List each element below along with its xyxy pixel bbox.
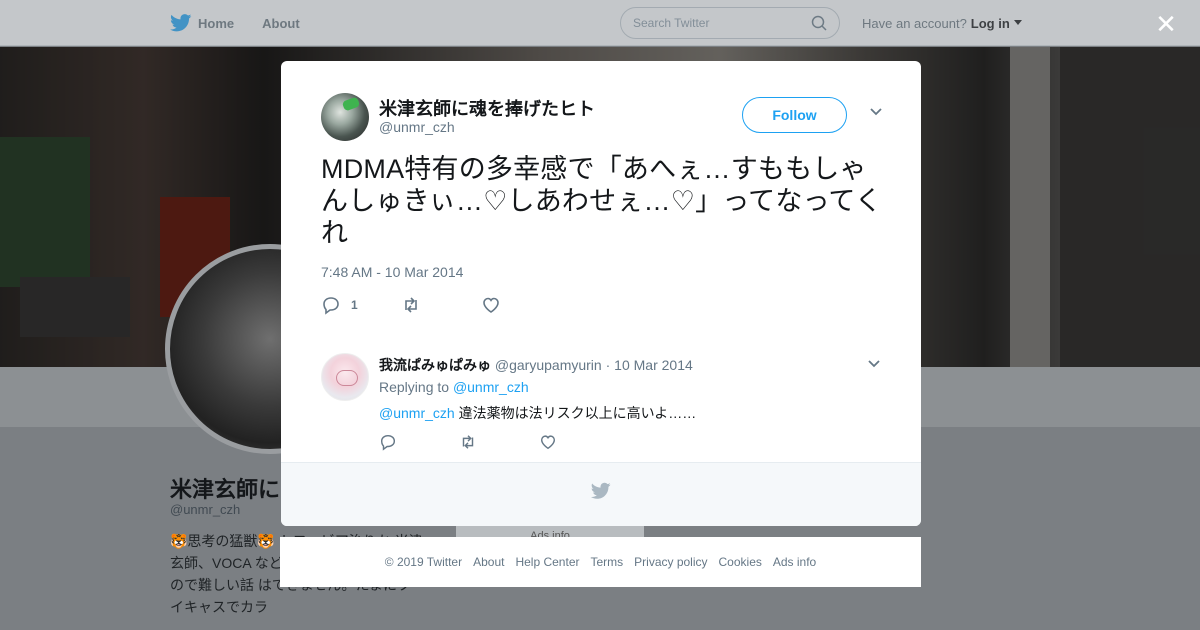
reply-button[interactable]: 1 bbox=[321, 295, 401, 315]
footer-privacy-link[interactable]: Privacy policy bbox=[634, 555, 707, 569]
tweet-timestamp[interactable]: 7:48 AM - 10 Mar 2014 bbox=[321, 264, 463, 280]
reply-header: 我流ぱみゅぱみゅ @garyupamyurin · 10 Mar 2014 bbox=[379, 355, 693, 375]
modal-footer bbox=[281, 462, 921, 526]
footer-copyright: © 2019 Twitter bbox=[384, 555, 463, 569]
reply-actions bbox=[379, 433, 619, 451]
chevron-down-icon[interactable] bbox=[867, 357, 881, 371]
tweet-actions: 1 bbox=[321, 294, 561, 316]
footer-cookies-link[interactable]: Cookies bbox=[719, 555, 762, 569]
footer-ads-link[interactable]: Ads info bbox=[773, 555, 816, 569]
author-handle[interactable]: @unmr_czh bbox=[379, 119, 455, 135]
close-icon[interactable]: ✕ bbox=[1152, 10, 1180, 38]
reply-mention-link[interactable]: @unmr_czh bbox=[379, 405, 455, 421]
chevron-down-icon[interactable] bbox=[869, 105, 883, 119]
like-button[interactable] bbox=[481, 295, 561, 315]
reply-author-handle[interactable]: @garyupamyurin bbox=[495, 357, 602, 373]
reply-like-button[interactable] bbox=[539, 433, 619, 451]
retweet-icon bbox=[462, 435, 474, 449]
follow-button[interactable]: Follow bbox=[742, 97, 847, 133]
replying-to-line: Replying to @unmr_czh bbox=[379, 379, 529, 395]
twitter-bird-icon bbox=[591, 482, 611, 499]
reply-icon bbox=[323, 297, 339, 315]
footer-terms-link[interactable]: Terms bbox=[590, 555, 623, 569]
footer-about-link[interactable]: About bbox=[473, 555, 504, 569]
heart-icon bbox=[540, 435, 556, 450]
retweet-icon bbox=[405, 297, 417, 313]
reply-author-avatar[interactable] bbox=[321, 353, 369, 401]
reply-author-name[interactable]: 我流ぱみゅぱみゅ bbox=[379, 357, 491, 373]
tweet-text: MDMA特有の多幸感で「あへぇ…すももしゃんしゅきぃ…♡しあわせぇ…♡」ってなっ… bbox=[321, 154, 883, 248]
footer-help-link[interactable]: Help Center bbox=[515, 555, 579, 569]
author-avatar[interactable] bbox=[321, 93, 369, 141]
heart-icon bbox=[483, 297, 499, 313]
tweet-modal: 米津玄師に魂を捧げたヒト @unmr_czh Follow MDMA特有の多幸感… bbox=[281, 61, 921, 526]
replying-prefix: Replying to bbox=[379, 379, 450, 395]
site-footer: © 2019 Twitter About Help Center Terms P… bbox=[280, 537, 921, 587]
reply-separator: · bbox=[605, 357, 611, 373]
reply-tweet[interactable]: 我流ぱみゅぱみゅ @garyupamyurin · 10 Mar 2014 Re… bbox=[321, 353, 881, 463]
reply-retweet-button[interactable] bbox=[459, 433, 539, 451]
reply-reply-button[interactable] bbox=[379, 433, 459, 451]
replying-to-link[interactable]: @unmr_czh bbox=[453, 379, 529, 395]
author-name[interactable]: 米津玄師に魂を捧げたヒト bbox=[379, 95, 595, 121]
reply-count: 1 bbox=[351, 298, 358, 312]
reply-text: 違法薬物は法リスク以上に高いよ…… bbox=[458, 405, 697, 421]
retweet-button[interactable] bbox=[401, 295, 481, 315]
reply-date[interactable]: 10 Mar 2014 bbox=[614, 357, 693, 373]
reply-icon bbox=[380, 434, 396, 451]
reply-text-line: @unmr_czh 違法薬物は法リスク以上に高いよ…… bbox=[379, 403, 696, 423]
tweet-header: 米津玄師に魂を捧げたヒト @unmr_czh Follow bbox=[321, 93, 883, 141]
